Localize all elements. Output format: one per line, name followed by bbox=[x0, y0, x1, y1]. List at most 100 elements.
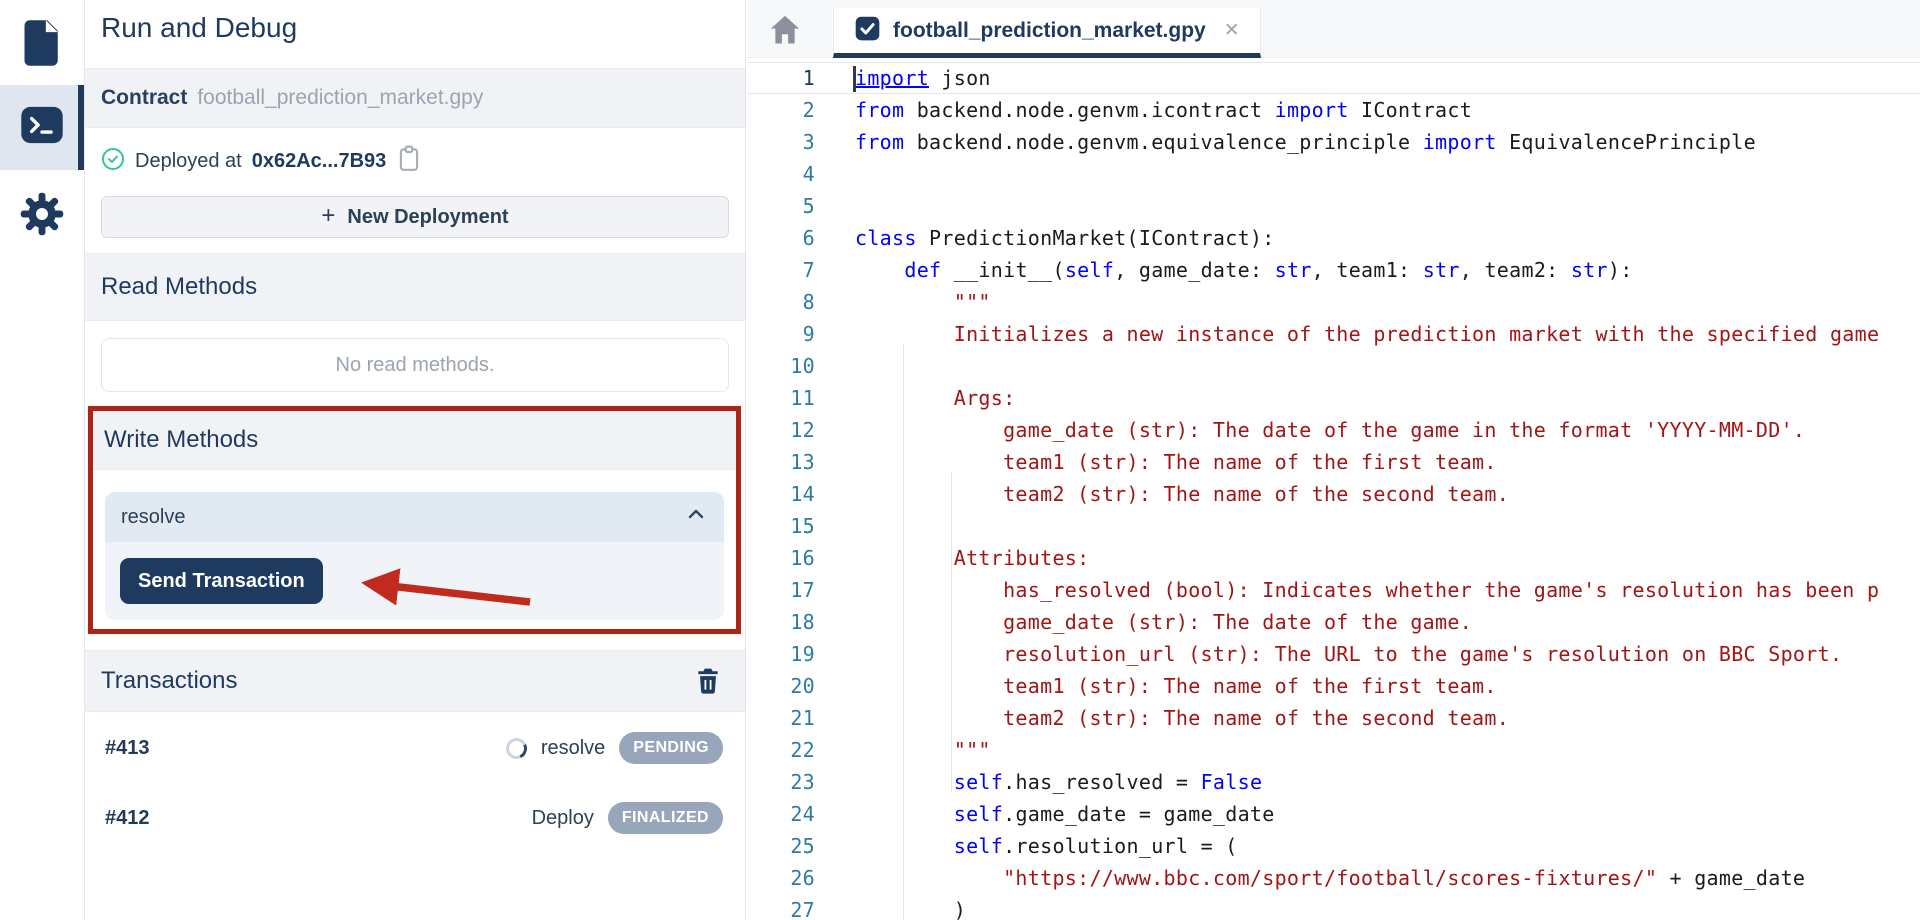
line-number: 25 bbox=[747, 834, 815, 858]
code-line[interactable]: 20 team1 (str): The name of the first te… bbox=[747, 670, 1920, 702]
code-editor: football_prediction_market.gpy ✕ 1import… bbox=[747, 0, 1920, 920]
code-line[interactable]: 19 resolution_url (str): The URL to the … bbox=[747, 638, 1920, 670]
method-card-resolve: resolve Send Transaction bbox=[105, 492, 724, 620]
read-methods-title: Read Methods bbox=[101, 273, 257, 301]
file-icon bbox=[21, 18, 63, 73]
home-icon bbox=[768, 14, 802, 46]
method-name: resolve bbox=[121, 506, 185, 529]
line-number: 24 bbox=[747, 802, 815, 826]
trash-icon bbox=[695, 667, 721, 695]
code-line[interactable]: 27 ) bbox=[747, 894, 1920, 920]
line-number: 9 bbox=[747, 322, 815, 346]
transaction-row[interactable]: #412 Deploy FINALIZED bbox=[85, 796, 745, 840]
sidebar-item-settings[interactable] bbox=[0, 190, 84, 242]
code-line[interactable]: 7 def __init__(self, game_date: str, tea… bbox=[747, 254, 1920, 286]
send-transaction-label: Send Transaction bbox=[138, 570, 305, 592]
contract-label: Contract bbox=[101, 86, 187, 110]
code-line[interactable]: 13 team1 (str): The name of the first te… bbox=[747, 446, 1920, 478]
new-deployment-label: New Deployment bbox=[347, 206, 508, 229]
home-button[interactable] bbox=[767, 12, 803, 48]
code-line[interactable]: 23 self.has_resolved = False bbox=[747, 766, 1920, 798]
line-number: 23 bbox=[747, 770, 815, 794]
run-and-debug-panel: Run and Debug Contract football_predicti… bbox=[85, 0, 746, 920]
write-methods-title: Write Methods bbox=[104, 426, 258, 454]
line-number: 18 bbox=[747, 610, 815, 634]
code-line[interactable]: 12 game_date (str): The date of the game… bbox=[747, 414, 1920, 446]
code-line[interactable]: 24 self.game_date = game_date bbox=[747, 798, 1920, 830]
code-line[interactable]: 25 self.resolution_url = ( bbox=[747, 830, 1920, 862]
tab-filename: football_prediction_market.gpy bbox=[893, 19, 1206, 43]
indent-guide bbox=[951, 472, 952, 792]
code-line[interactable]: 1import json bbox=[747, 62, 1920, 94]
line-number: 11 bbox=[747, 386, 815, 410]
page-title: Run and Debug bbox=[101, 12, 297, 44]
tab-football-prediction-market[interactable]: football_prediction_market.gpy ✕ bbox=[833, 8, 1261, 58]
check-circle-icon bbox=[101, 147, 125, 176]
pending-spinner-icon bbox=[503, 735, 530, 762]
checked-file-icon bbox=[854, 15, 881, 47]
code-line[interactable]: 26 "https://www.bbc.com/sport/football/s… bbox=[747, 862, 1920, 894]
plus-icon: + bbox=[321, 202, 335, 230]
code-line[interactable]: 2from backend.node.genvm.icontract impor… bbox=[747, 94, 1920, 126]
method-body: Send Transaction bbox=[105, 542, 724, 620]
terminal-icon bbox=[20, 105, 64, 150]
code-line[interactable]: 9 Initializes a new instance of the pred… bbox=[747, 318, 1920, 350]
code-line[interactable]: 16 Attributes: bbox=[747, 542, 1920, 574]
transaction-row[interactable]: #413 resolve PENDING bbox=[85, 726, 745, 770]
chevron-up-icon[interactable] bbox=[684, 502, 708, 532]
code-line[interactable]: 8 """ bbox=[747, 286, 1920, 318]
line-number: 6 bbox=[747, 226, 815, 250]
line-number: 17 bbox=[747, 578, 815, 602]
line-number: 15 bbox=[747, 514, 815, 538]
tab-bar: football_prediction_market.gpy ✕ bbox=[747, 0, 1920, 58]
activity-bar bbox=[0, 0, 85, 920]
sidebar-item-files[interactable] bbox=[0, 14, 84, 76]
status-badge: PENDING bbox=[619, 732, 723, 764]
new-deployment-button[interactable]: + New Deployment bbox=[101, 196, 729, 238]
line-number: 3 bbox=[747, 130, 815, 154]
contract-header: Contract football_prediction_market.gpy bbox=[85, 68, 745, 128]
line-number: 8 bbox=[747, 290, 815, 314]
line-number: 20 bbox=[747, 674, 815, 698]
code-line[interactable]: 17 has_resolved (bool): Indicates whethe… bbox=[747, 574, 1920, 606]
code-line[interactable]: 6class PredictionMarket(IContract): bbox=[747, 222, 1920, 254]
code-line[interactable]: 4 bbox=[747, 158, 1920, 190]
active-indicator bbox=[78, 85, 84, 170]
close-icon[interactable]: ✕ bbox=[1224, 19, 1240, 42]
code-area[interactable]: 1import json2from backend.node.genvm.ico… bbox=[747, 58, 1920, 920]
line-number: 12 bbox=[747, 418, 815, 442]
transaction-method: Deploy bbox=[532, 807, 594, 830]
transaction-id: #412 bbox=[105, 807, 150, 830]
code-line[interactable]: 10 bbox=[747, 350, 1920, 382]
gear-icon bbox=[19, 191, 65, 242]
code-line[interactable]: 18 game_date (str): The date of the game… bbox=[747, 606, 1920, 638]
code-line[interactable]: 15 bbox=[747, 510, 1920, 542]
line-number: 5 bbox=[747, 194, 815, 218]
send-transaction-button[interactable]: Send Transaction bbox=[120, 558, 323, 604]
line-number: 13 bbox=[747, 450, 815, 474]
transactions-header: Transactions bbox=[85, 650, 745, 712]
code-line[interactable]: 14 team2 (str): The name of the second t… bbox=[747, 478, 1920, 510]
code-line[interactable]: 5 bbox=[747, 190, 1920, 222]
deployed-status: Deployed at 0x62Ac...7B93 bbox=[101, 146, 422, 176]
write-methods-section-highlighted: Write Methods resolve Send Transaction bbox=[88, 406, 741, 634]
indent-guide bbox=[903, 344, 904, 920]
clear-transactions-button[interactable] bbox=[693, 666, 723, 696]
code-line[interactable]: 11 Args: bbox=[747, 382, 1920, 414]
transaction-id: #413 bbox=[105, 737, 150, 760]
method-accordion-resolve[interactable]: resolve bbox=[105, 492, 724, 542]
text-cursor bbox=[853, 66, 856, 92]
code-line[interactable]: 21 team2 (str): The name of the second t… bbox=[747, 702, 1920, 734]
contract-address: 0x62Ac...7B93 bbox=[252, 150, 387, 173]
line-number: 10 bbox=[747, 354, 815, 378]
write-methods-header: Write Methods bbox=[93, 411, 736, 470]
line-number: 14 bbox=[747, 482, 815, 506]
no-read-methods-text: No read methods. bbox=[336, 354, 495, 377]
code-line[interactable]: 22 """ bbox=[747, 734, 1920, 766]
line-number: 2 bbox=[747, 98, 815, 122]
read-methods-header: Read Methods bbox=[85, 253, 745, 321]
copy-icon[interactable] bbox=[396, 145, 422, 178]
code-line[interactable]: 3from backend.node.genvm.equivalence_pri… bbox=[747, 126, 1920, 158]
sidebar-item-run-debug[interactable] bbox=[0, 85, 84, 170]
line-number: 1 bbox=[747, 66, 815, 90]
